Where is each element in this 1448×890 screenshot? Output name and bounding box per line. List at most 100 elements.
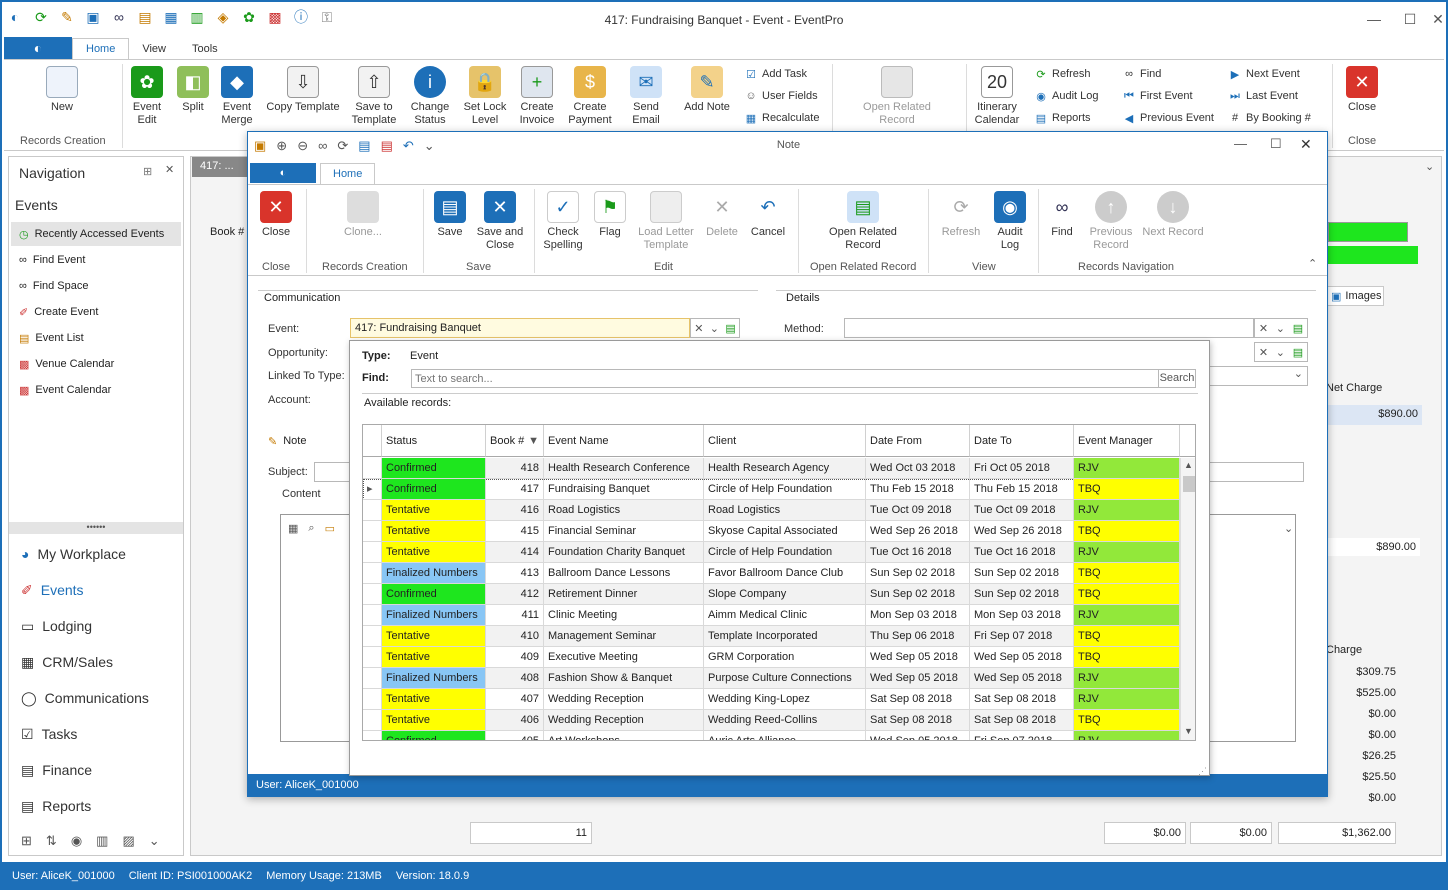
delete-button[interactable]: ✕ Delete (702, 191, 742, 239)
by-booking-button[interactable]: # By Booking # (1228, 111, 1311, 125)
event-edit-button[interactable]: ✿ Event Edit (128, 66, 166, 127)
col-event-manager[interactable]: Event Manager (1074, 425, 1180, 457)
previous-event-button[interactable]: ◀ Previous Event (1122, 111, 1214, 125)
close-pane-icon[interactable]: ✕ (165, 163, 174, 176)
table-row[interactable]: Confirmed 418 Health Research Conference He… (363, 458, 1180, 479)
check-spelling-button[interactable]: ✓ Check Spelling (540, 191, 586, 252)
event-field[interactable]: 417: Fundraising Banquet (350, 318, 690, 338)
splitter[interactable]: •••••• (9, 522, 183, 534)
nav-item-event-list[interactable]: ▤ Event List (11, 326, 181, 350)
copy-template-button[interactable]: ⇩ Copy Template (264, 66, 342, 114)
audit-log-button[interactable]: ◉ Audit Log (1034, 89, 1098, 103)
previous-record-button[interactable]: ↑ Previous Record (1086, 191, 1136, 252)
module-communications[interactable]: ◯ Communications (11, 681, 181, 715)
chevron-down-icon[interactable]: ⌄ (710, 322, 719, 335)
recalculate-button[interactable]: ▦ Recalculate (744, 111, 820, 125)
dialog-close-icon[interactable]: ✕ (1300, 136, 1312, 153)
tab-list-chevron-icon[interactable]: ⌄ (1425, 160, 1434, 173)
open-record-icon[interactable]: ▤ (1293, 322, 1303, 335)
col-date-to[interactable]: Date To (970, 425, 1074, 457)
split-button[interactable]: ◧ Split (174, 66, 212, 114)
next-record-button[interactable]: ↓ Next Record (1142, 191, 1204, 239)
chart-line-icon[interactable]: ▨ (122, 833, 134, 849)
table-row[interactable]: Confirmed 412 Retirement Dinner Slope Compa… (363, 584, 1180, 605)
editor-chevron-icon[interactable]: ⌄ (1284, 522, 1293, 535)
sort-icon[interactable]: ⇅ (46, 833, 57, 849)
col-event-name[interactable]: Event Name (544, 425, 704, 457)
load-letter-template-button[interactable]: Load Letter Template (636, 191, 696, 252)
table-row[interactable]: Tentative 407 Wedding Reception Wedding Kin… (363, 689, 1180, 710)
find-button[interactable]: ∞ Find (1122, 67, 1161, 81)
nav-item-recently-accessed[interactable]: ◷ Recently Accessed Events (11, 222, 181, 246)
user-fields-button[interactable]: ☺ User Fields (744, 89, 817, 103)
table-row[interactable]: Tentative 406 Wedding Reception Wedding Ree… (363, 710, 1180, 731)
table-row[interactable]: Confirmed 405 Art Workshops Auric Arts Alli… (363, 731, 1180, 740)
send-email-button[interactable]: ✉ Send Email (618, 66, 674, 127)
next-event-button[interactable]: ▶ Next Event (1228, 67, 1300, 81)
collapse-ribbon-icon[interactable]: ⌃ (1308, 257, 1317, 270)
module-my-workplace[interactable]: ◕ My Workplace (11, 537, 181, 571)
add-note-button[interactable]: ✎ Add Note (682, 66, 732, 114)
event-tab[interactable]: 417: ... (192, 157, 252, 177)
scroll-up-icon[interactable]: ▲ (1184, 460, 1193, 470)
clear-icon[interactable]: ✕ (1259, 322, 1268, 335)
close-button[interactable]: ✕ Close (1342, 66, 1382, 114)
dialog-minimize-icon[interactable]: — (1234, 136, 1247, 151)
folder-icon[interactable]: ▭ (325, 522, 335, 535)
save-to-template-button[interactable]: ⇧ Save to Template (348, 66, 400, 127)
table-icon[interactable]: ▦ (288, 522, 298, 535)
col-status[interactable]: Status (382, 425, 486, 457)
chevron-down-icon[interactable]: ⌄ (1276, 322, 1285, 335)
create-invoice-button[interactable]: + Create Invoice (514, 66, 560, 127)
event-merge-button[interactable]: ◆ Event Merge (216, 66, 258, 127)
cancel-button[interactable]: ↶ Cancel (748, 191, 788, 239)
dialog-open-related-record-button[interactable]: ▤ Open Related Record (826, 191, 900, 252)
method-field[interactable] (844, 318, 1254, 338)
module-finance[interactable]: ▤ Finance (11, 753, 181, 787)
lookup-search-button[interactable]: Search (1158, 369, 1196, 388)
refresh-button[interactable]: ⟳ Refresh (1034, 67, 1090, 81)
clear-icon[interactable]: ✕ (1259, 346, 1268, 359)
nav-item-event-calendar[interactable]: ▩ Event Calendar (11, 378, 181, 402)
save-button[interactable]: ▤ Save (430, 191, 470, 239)
table-row[interactable]: Finalized Numbers 411 Clinic Meeting Aimm M… (363, 605, 1180, 626)
clear-icon[interactable]: ✕ (694, 322, 703, 335)
itinerary-calendar-button[interactable]: 20 Itinerary Calendar (972, 66, 1022, 127)
grid-scrollbar[interactable]: ▲ ▼ (1180, 458, 1195, 740)
dialog-app-button[interactable]: ◐ (250, 163, 316, 183)
dialog-maximize-icon[interactable]: ☐ (1270, 136, 1282, 152)
app-menu-button[interactable]: ◐ (4, 37, 72, 59)
flag-button[interactable]: ⚑ Flag (592, 191, 628, 239)
module-crm-sales[interactable]: ▦ CRM/Sales (11, 645, 181, 679)
nav-item-create-event[interactable]: ✐ Create Event (11, 300, 181, 324)
nav-item-venue-calendar[interactable]: ▩ Venue Calendar (11, 352, 181, 376)
table-row[interactable]: Finalized Numbers 408 Fashion Show & Banqu… (363, 668, 1180, 689)
scroll-thumb[interactable] (1183, 476, 1195, 492)
save-and-close-button[interactable]: ✕ Save and Close (474, 191, 526, 252)
add-task-button[interactable]: ☑ Add Task (744, 67, 807, 81)
minimize-icon[interactable]: — (1356, 6, 1392, 32)
last-event-button[interactable]: ⏭ Last Event (1228, 89, 1298, 103)
table-row[interactable]: Tentative 415 Financial Seminar Skyose Capi… (363, 521, 1180, 542)
resize-grip-icon[interactable]: ⋰ (1198, 766, 1207, 777)
open-record-icon[interactable]: ▤ (725, 322, 735, 335)
dialog-refresh-button[interactable]: ⟳ Refresh (938, 191, 984, 239)
details-dropdown[interactable]: ⌄ (1208, 366, 1308, 386)
nav-item-find-space[interactable]: ∞ Find Space (11, 274, 181, 298)
chart-icon[interactable]: ▥ (96, 833, 108, 849)
col-book[interactable]: Book # ▼ (486, 425, 544, 457)
images-tab[interactable]: ▣ Images (1326, 286, 1384, 306)
table-row[interactable]: Tentative 414 Foundation Charity Banquet Ci… (363, 542, 1180, 563)
reports-button[interactable]: ▤ Reports (1034, 111, 1091, 125)
set-lock-level-button[interactable]: 🔒 Set Lock Level (460, 66, 510, 127)
module-lodging[interactable]: ▭ Lodging (11, 609, 181, 643)
globe-icon[interactable]: ◉ (71, 833, 82, 849)
module-events[interactable]: ✐ Events (11, 573, 181, 607)
chevron-down-icon[interactable]: ⌄ (1276, 346, 1285, 359)
create-payment-button[interactable]: $ Create Payment (564, 66, 616, 127)
tab-home[interactable]: Home (72, 38, 130, 59)
lookup-search-input[interactable] (411, 369, 1159, 388)
tab-tools[interactable]: Tools (179, 39, 231, 59)
change-status-button[interactable]: i Change Status (406, 66, 454, 127)
lodging-small-icon[interactable]: ⊞ (21, 833, 32, 849)
